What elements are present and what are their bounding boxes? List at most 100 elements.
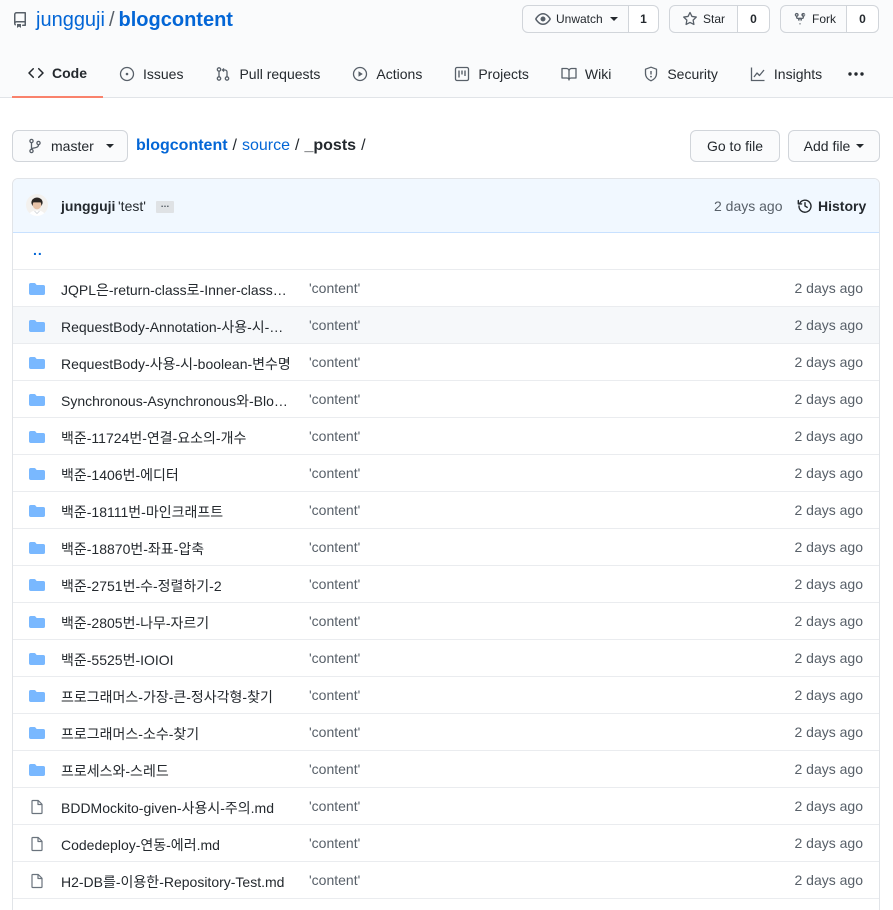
file-name-link[interactable]: RequestBody-Annotation-사용-시-주의점 — [61, 317, 293, 337]
repo-header: jungguji / blogcontent Unwatch 1 Star 0 … — [0, 0, 893, 98]
file-commit-age: 2 days ago — [794, 613, 864, 629]
repo-title: jungguji / blogcontent — [12, 7, 233, 33]
file-name-link[interactable]: 프로그래머스-소수-찾기 — [61, 724, 293, 744]
file-name-link[interactable]: 백준-11724번-연결-요소의-개수 — [61, 428, 293, 448]
tab-projects-label: Projects — [478, 66, 529, 82]
file-name-link[interactable]: 백준-5525번-IOIOI — [61, 650, 293, 670]
file-row[interactable]: BDDMockito-given-사용시-주의.md 'content' 2 d… — [13, 788, 879, 825]
file-commit-message-link[interactable]: 'content' — [309, 391, 360, 407]
file-commit-message-link[interactable]: 'content' — [309, 428, 360, 444]
chevron-down-icon — [609, 17, 618, 21]
file-row[interactable]: 백준-5525번-IOIOI 'content' 2 days ago — [13, 640, 879, 677]
fork-button[interactable]: Fork — [780, 5, 847, 33]
file-row[interactable]: H2-DB를-이용한-Repository-Test.md 'content' … — [13, 862, 879, 899]
go-to-file-button[interactable]: Go to file — [690, 130, 780, 162]
file-name-link[interactable]: 백준-18111번-마인크래프트 — [61, 502, 293, 522]
file-commit-message-link[interactable]: 'content' — [309, 539, 360, 555]
repo-name-link[interactable]: blogcontent — [119, 9, 233, 32]
file-commit-message-link[interactable]: 'content' — [309, 576, 360, 592]
more-tabs-button[interactable] — [845, 63, 867, 85]
file-row[interactable]: 프로세스와-스레드 'content' 2 days ago — [13, 751, 879, 788]
file-row[interactable]: RequestBody-Annotation-사용-시-주의점 'content… — [13, 307, 879, 344]
file-name-link[interactable]: 백준-1406번-에디터 — [61, 465, 293, 485]
file-commit-age: 2 days ago — [794, 317, 864, 333]
branch-select-button[interactable]: master — [12, 130, 128, 162]
file-row[interactable]: 백준-2751번-수-정렬하기-2 'content' 2 days ago — [13, 566, 879, 603]
avatar[interactable] — [26, 194, 48, 216]
file-name-link[interactable]: 프로세스와-스레드 — [61, 761, 293, 781]
watchers-count[interactable]: 1 — [629, 5, 659, 33]
file-row[interactable]: JQPL은-return-class로-Inner-class를-사용할-때 '… — [13, 270, 879, 307]
tab-security[interactable]: Security — [627, 50, 734, 98]
file-commit-message-link[interactable]: 'content' — [309, 502, 360, 518]
parent-directory-row[interactable]: .. — [13, 233, 879, 270]
tab-pull-requests[interactable]: Pull requests — [199, 50, 336, 98]
file-row[interactable]: 백준-11724번-연결-요소의-개수 'content' 2 days ago — [13, 418, 879, 455]
star-button[interactable]: Star — [669, 5, 738, 33]
file-row[interactable]: 프로그래머스-가장-큰-정사각형-찾기 'content' 2 days ago — [13, 677, 879, 714]
file-row[interactable]: 백준-18870번-좌표-압축 'content' 2 days ago — [13, 529, 879, 566]
file-commit-message-link[interactable]: 'content' — [309, 687, 360, 703]
add-file-button[interactable]: Add file — [788, 130, 880, 162]
file-row[interactable]: RequestBody-사용-시-boolean-변수명 'content' 2… — [13, 344, 879, 381]
file-name-link[interactable]: Codedeploy-연동-에러.md — [61, 835, 293, 855]
unwatch-button[interactable]: Unwatch — [522, 5, 629, 33]
stargazers-count[interactable]: 0 — [738, 5, 770, 33]
file-row[interactable]: 백준-1406번-에디터 'content' 2 days ago — [13, 455, 879, 492]
file-name-link[interactable]: BDDMockito-given-사용시-주의.md — [61, 798, 293, 818]
file-row[interactable]: Synchronous-Asynchronous와-Blocking-NonBl… — [13, 381, 879, 418]
breadcrumb-source-link[interactable]: source — [242, 137, 290, 155]
file-commit-message-link[interactable]: 'content' — [309, 354, 360, 370]
file-name-link[interactable]: 백준-18870번-좌표-압축 — [61, 539, 293, 559]
file-commit-message-link[interactable]: 'content' — [309, 280, 360, 296]
file-commit-message-link[interactable]: 'content' — [309, 872, 360, 888]
file-name-link[interactable]: 프로그래머스-가장-큰-정사각형-찾기 — [61, 687, 293, 707]
branch-icon — [29, 138, 41, 154]
file-name-link[interactable]: Synchronous-Asynchronous와-Blocking-NonBl… — [61, 391, 293, 411]
file-commit-message-link[interactable]: 'content' — [309, 761, 360, 777]
pull-request-icon — [217, 67, 230, 81]
file-name-link[interactable]: 백준-2751번-수-정렬하기-2 — [61, 576, 293, 596]
file-name-link[interactable]: RequestBody-사용-시-boolean-변수명 — [61, 354, 293, 374]
repo-owner-link[interactable]: jungguji — [36, 9, 105, 32]
file-commit-message-link[interactable]: 'content' — [309, 613, 360, 629]
file-commit-message-link[interactable]: 'content' — [309, 835, 360, 851]
commit-expand-button[interactable]: … — [156, 200, 174, 213]
tab-actions[interactable]: Actions — [336, 50, 438, 98]
issue-icon — [119, 66, 135, 82]
tab-projects[interactable]: Projects — [438, 50, 545, 98]
file-commit-message-link[interactable]: 'content' — [309, 317, 360, 333]
history-link[interactable]: History — [797, 198, 866, 214]
folder-icon — [29, 577, 45, 593]
commit-age[interactable]: 2 days ago — [714, 198, 783, 214]
commit-message-link[interactable]: 'test' — [118, 198, 146, 214]
tab-issues[interactable]: Issues — [103, 50, 199, 98]
file-name-link[interactable]: H2-DB를-이용한-Repository-Test.md — [61, 872, 293, 892]
file-commit-message-link[interactable]: 'content' — [309, 798, 360, 814]
folder-icon — [29, 281, 45, 297]
file-navigation: master blogcontent / source / _posts / G… — [12, 130, 880, 162]
folder-icon — [29, 540, 45, 556]
file-row[interactable]: Codedeploy-연동-에러.md 'content' 2 days ago — [13, 825, 879, 862]
tab-insights[interactable]: Insights — [734, 50, 838, 98]
parent-directory-link[interactable]: .. — [33, 242, 43, 258]
commit-author-link[interactable]: jungguji — [61, 198, 115, 214]
watch-group: Unwatch 1 — [522, 5, 659, 33]
file-name-link[interactable]: 백준-2805번-나무-자르기 — [61, 613, 293, 633]
shield-icon — [645, 66, 658, 82]
tab-code[interactable]: Code — [12, 50, 103, 98]
file-commit-age: 2 days ago — [794, 687, 864, 703]
branch-name: master — [51, 138, 94, 154]
forks-count[interactable]: 0 — [847, 5, 879, 33]
file-commit-message-link[interactable]: 'content' — [309, 724, 360, 740]
file-row[interactable]: 백준-18111번-마인크래프트 'content' 2 days ago — [13, 492, 879, 529]
fork-label: Fork — [812, 12, 836, 26]
file-commit-message-link[interactable]: 'content' — [309, 465, 360, 481]
breadcrumb-repo-link[interactable]: blogcontent — [136, 137, 228, 155]
file-row[interactable]: 백준-2805번-나무-자르기 'content' 2 days ago — [13, 603, 879, 640]
folder-icon — [29, 614, 45, 630]
tab-wiki[interactable]: Wiki — [545, 50, 627, 98]
file-row[interactable]: 프로그래머스-소수-찾기 'content' 2 days ago — [13, 714, 879, 751]
file-commit-message-link[interactable]: 'content' — [309, 650, 360, 666]
file-name-link[interactable]: JQPL은-return-class로-Inner-class를-사용할-때 — [61, 280, 293, 300]
